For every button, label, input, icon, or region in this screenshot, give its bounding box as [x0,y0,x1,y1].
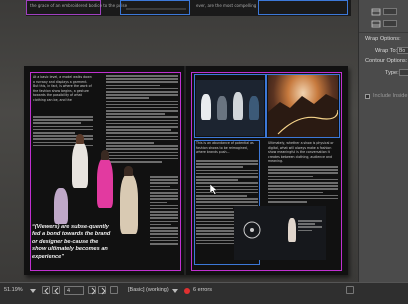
screen-caption-lines [298,220,322,233]
previous-spread[interactable]: the grace of an embroidered bodice to th… [26,0,351,16]
open-page-menu-button[interactable] [110,286,118,294]
page-number-field[interactable]: 4 [64,286,84,295]
wrap-offset-bottom-icon[interactable] [371,20,381,28]
wrap-offset-bottom-field[interactable] [383,20,397,27]
profile-dropdown-icon[interactable] [172,288,178,294]
next-page-button[interactable] [88,286,96,295]
status-bar: 51.19% 4 [Basic] (working) 6 errors [0,282,408,304]
contour-type-select[interactable] [399,69,408,76]
prev-spread-text-left: the grace of an embroidered bodice to th… [30,3,128,8]
text-wrap-panel[interactable]: Wrap Options: Wrap To: Bo Contour Option… [358,0,408,282]
fashion-film-photo[interactable] [234,206,326,260]
circle-loop-icon [243,221,261,239]
left-text-column-3[interactable] [150,176,178,246]
previous-page-icon [54,287,59,295]
right-text-column-2[interactable] [268,166,338,204]
document-spread[interactable]: At a basic level, a model walks down a r… [24,66,348,275]
model-white-dress [72,142,88,188]
next-page-icon [91,287,96,295]
right-body-text-2[interactable]: Ultimately, whether a show is physical o… [268,141,338,165]
zoom-dropdown-icon[interactable] [30,288,36,294]
wrap-options-label: Wrap Options: [365,36,401,42]
model-lilac-outfit [54,188,68,224]
page-number: 4 [67,288,71,294]
spread-spine [184,66,186,275]
wrap-to-value: Bo [399,48,406,54]
image-frame-landscape[interactable] [266,74,340,138]
first-page-button[interactable] [42,286,50,295]
zoom-level[interactable]: 51.19% [4,287,23,293]
left-intro-text[interactable]: At a basic level, a model walks down a r… [33,75,93,115]
model-head [124,166,133,176]
prev-text-line [126,8,186,10]
include-inside-edges-checkbox[interactable] [365,94,370,99]
preflight-error-icon [184,288,190,294]
pull-quote[interactable]: “(Viewers) are subse-quently fed a bond … [32,224,114,261]
model-head [76,134,84,144]
model-head [101,150,109,160]
type-label: Type: [385,70,399,76]
prev-text-frame-right [258,0,348,15]
first-page-icon [44,287,49,295]
figure-on-screen [288,218,296,242]
wrap-to-select[interactable]: Bo [397,47,408,54]
mouse-cursor-icon [210,184,218,195]
panel-divider [359,32,408,33]
previous-page-button[interactable] [52,286,60,295]
image-frame-dresses[interactable] [194,74,266,138]
last-page-button[interactable] [98,286,106,295]
document-pasteboard[interactable]: the grace of an embroidered bodice to th… [0,0,358,282]
model-beige-outfit [120,174,138,234]
model-pink-dress [97,158,113,208]
prev-spread-text-right: ever, are the most compelling [196,3,257,8]
preflight-profile[interactable]: [Basic] (working) [128,287,169,293]
wrap-to-label: Wrap To: [375,48,398,54]
last-page-icon [101,287,106,295]
contour-options-label: Contour Options: [365,58,408,64]
wrap-offset-top-icon[interactable] [371,8,381,16]
view-toggle-button[interactable] [346,286,354,294]
wrap-offset-top-field[interactable] [383,8,397,15]
include-inside-label: Include Inside [373,93,408,99]
preflight-errors[interactable]: 6 errors [193,287,212,293]
